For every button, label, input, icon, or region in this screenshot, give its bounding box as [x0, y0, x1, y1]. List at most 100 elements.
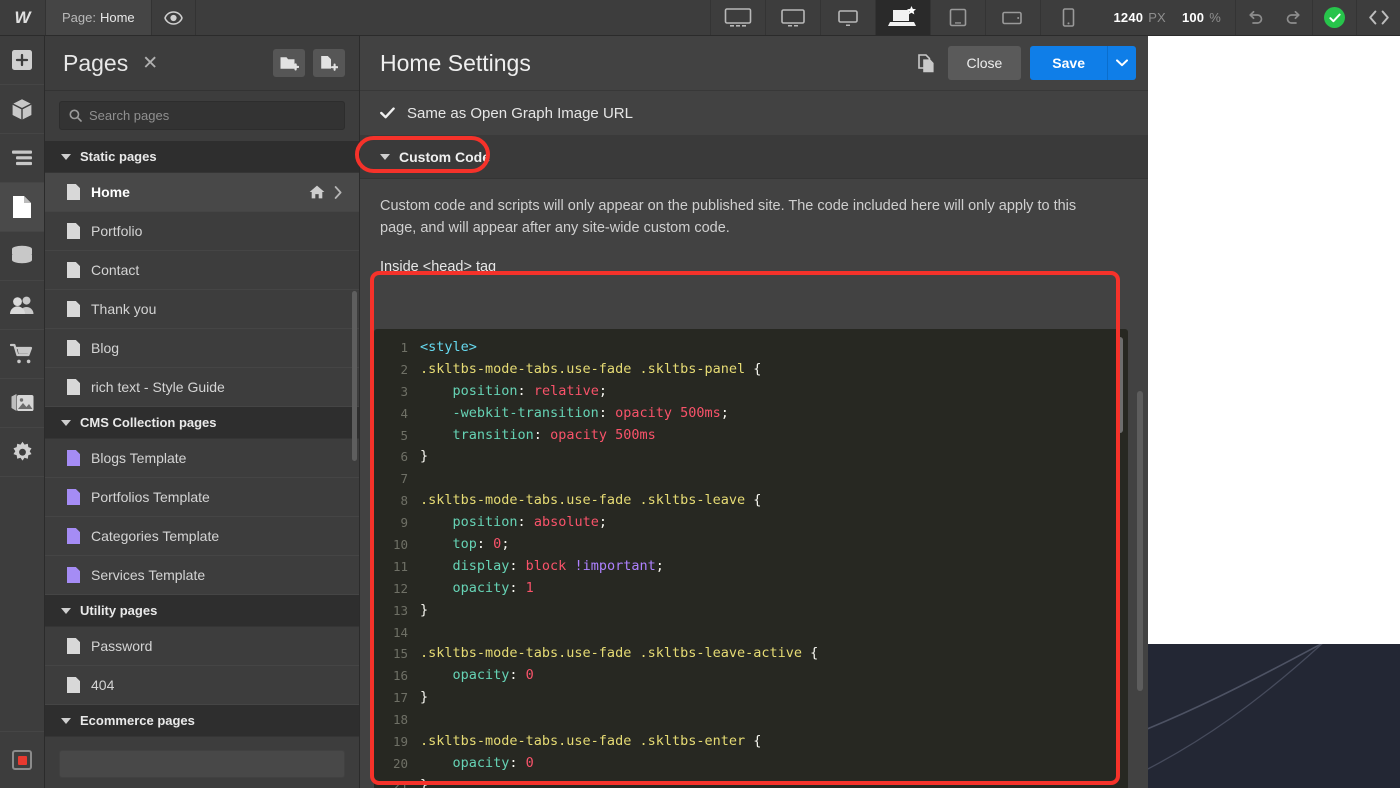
undo-button[interactable]	[1236, 0, 1274, 35]
code-line[interactable]: 17}	[374, 687, 1128, 709]
code-line[interactable]: 5 transition: opacity 500ms	[374, 425, 1128, 447]
line-number: 2	[400, 361, 408, 377]
page-item-portfolios-template[interactable]: Portfolios Template	[45, 478, 359, 517]
pages-group-static[interactable]: Static pages	[45, 141, 359, 173]
code-line[interactable]: 3 position: relative;	[374, 381, 1128, 403]
webflow-logo-icon[interactable]: W	[0, 0, 45, 35]
code-line[interactable]: 2 .skltbs-mode-tabs.use-fade .skltbs-pane…	[374, 359, 1128, 381]
code-line[interactable]: 16 opacity: 0	[374, 665, 1128, 687]
code-token: }	[420, 689, 429, 706]
settings-panel-scrollbar[interactable]	[1137, 391, 1143, 691]
sidebar-item-pages[interactable]	[0, 183, 44, 232]
custom-code-description: Custom code and scripts will only appear…	[380, 198, 1077, 237]
code-line[interactable]: 19 .skltbs-mode-tabs.use-fade .skltbs-ent…	[374, 731, 1128, 753]
pages-list[interactable]: Static pages Home Portfolio Contact Than…	[45, 141, 359, 740]
code-line[interactable]: 12 opacity: 1	[374, 578, 1128, 600]
close-icon[interactable]: ✕	[142, 54, 158, 73]
home-icon[interactable]	[309, 185, 325, 199]
line-number: 3	[400, 383, 408, 399]
code-line[interactable]: 6}	[374, 446, 1128, 468]
breakpoint-desktop-md[interactable]	[820, 0, 876, 35]
cube-icon	[12, 98, 32, 120]
publish-status-button[interactable]	[1312, 0, 1356, 35]
canvas-dark-section	[1148, 644, 1400, 788]
code-line[interactable]: 4 -webkit-transition: opacity 500ms;	[374, 403, 1128, 425]
head-code-editor[interactable]: 1 <style> 2 .skltbs-mode-tabs.use-fade .skl…	[374, 329, 1128, 788]
line-number: 10	[392, 537, 408, 553]
page-item-services-template[interactable]: Services Template	[45, 556, 359, 595]
pages-panel-scrollbar[interactable]	[352, 291, 357, 461]
code-line-text: -webkit-transition: opacity 500ms;	[420, 403, 1128, 425]
monitor-wide-icon	[725, 8, 752, 27]
breakpoint-desktop-xl[interactable]	[710, 0, 766, 35]
page-item-thank-you[interactable]: Thank you	[45, 290, 359, 329]
sidebar-item-cms[interactable]	[0, 232, 44, 281]
code-line[interactable]: 1 <style>	[374, 337, 1128, 359]
breakpoint-mobile-landscape[interactable]	[985, 0, 1041, 35]
code-line[interactable]: 13}	[374, 600, 1128, 622]
duplicate-settings-button[interactable]	[910, 48, 944, 78]
page-item-portfolio[interactable]: Portfolio	[45, 212, 359, 251]
breakpoint-tablet[interactable]	[930, 0, 986, 35]
sidebar-item-assets[interactable]	[0, 379, 44, 428]
canvas-size-readout[interactable]: 1240 PX 100 %	[1095, 0, 1235, 35]
og-same-checkbox-row[interactable]: Same as Open Graph Image URL	[360, 91, 1148, 136]
code-line-text: .skltbs-mode-tabs.use-fade .skltbs-panel…	[420, 359, 1128, 381]
sidebar-item-components[interactable]	[0, 85, 44, 134]
mobile-landscape-icon	[1002, 11, 1023, 25]
code-editor-scrollbar[interactable]	[1117, 337, 1123, 433]
sidebar-item-users[interactable]	[0, 281, 44, 330]
save-dropdown-button[interactable]	[1107, 46, 1136, 80]
sidebar-item-navigator[interactable]	[0, 134, 44, 183]
code-line[interactable]: 8 .skltbs-mode-tabs.use-fade .skltbs-leav…	[374, 490, 1128, 512]
close-button[interactable]: Close	[947, 46, 1022, 80]
sidebar-item-settings[interactable]	[0, 428, 44, 477]
code-line-text: position: absolute;	[420, 512, 1128, 534]
pages-group-cms[interactable]: CMS Collection pages	[45, 407, 359, 439]
design-canvas[interactable]	[1148, 36, 1400, 788]
code-line[interactable]: 20 opacity: 0	[374, 753, 1128, 775]
code-token: opacity	[420, 667, 510, 684]
page-item-password[interactable]: Password	[45, 627, 359, 666]
search-input[interactable]	[89, 108, 335, 123]
redo-button[interactable]	[1274, 0, 1312, 35]
page-item-blog[interactable]: Blog	[45, 329, 359, 368]
breakpoint-mobile-portrait[interactable]	[1040, 0, 1096, 35]
code-line[interactable]: 15 .skltbs-mode-tabs.use-fade .skltbs-lea…	[374, 643, 1128, 665]
custom-code-section-header[interactable]: Custom Code	[360, 136, 1148, 179]
page-item-404[interactable]: 404	[45, 666, 359, 705]
save-button[interactable]: Save	[1030, 46, 1107, 80]
new-page-button[interactable]	[313, 49, 345, 77]
chevron-right-icon[interactable]	[334, 185, 343, 199]
page-item-style-guide[interactable]: rich text - Style Guide	[45, 368, 359, 407]
sidebar-item-add-elements[interactable]	[0, 36, 44, 85]
page-item-contact[interactable]: Contact	[45, 251, 359, 290]
code-token: opacity	[420, 579, 510, 596]
code-line[interactable]: 9 position: absolute;	[374, 512, 1128, 534]
code-token: ;	[598, 382, 607, 399]
monitor-icon	[781, 9, 806, 27]
new-folder-button[interactable]	[273, 49, 305, 77]
code-line[interactable]: 18	[374, 709, 1128, 731]
page-item-home[interactable]: Home	[45, 173, 359, 212]
search-field[interactable]	[59, 101, 345, 130]
breakpoint-desktop-lg[interactable]	[765, 0, 821, 35]
code-line[interactable]: 11 display: block !important;	[374, 556, 1128, 578]
code-lines-container[interactable]: 1 <style> 2 .skltbs-mode-tabs.use-fade .skl…	[374, 329, 1128, 788]
zoom-unit: %	[1209, 10, 1221, 25]
page-item-categories-template[interactable]: Categories Template	[45, 517, 359, 556]
pages-group-utility[interactable]: Utility pages	[45, 595, 359, 627]
code-line[interactable]: 10 top: 0;	[374, 534, 1128, 556]
code-line[interactable]: 14	[374, 622, 1128, 644]
page-item-blogs-template[interactable]: Blogs Template	[45, 439, 359, 478]
checkbox-checked-icon[interactable]	[380, 106, 395, 121]
preview-toggle-button[interactable]	[152, 0, 196, 35]
record-button[interactable]	[0, 732, 44, 788]
current-page-indicator[interactable]: Page: Home	[45, 0, 152, 35]
pages-group-ecommerce[interactable]: Ecommerce pages	[45, 705, 359, 737]
code-export-button[interactable]	[1356, 0, 1400, 35]
breakpoint-desktop-base[interactable]	[875, 0, 931, 35]
code-line[interactable]: 7	[374, 468, 1128, 490]
sidebar-item-ecommerce[interactable]	[0, 330, 44, 379]
code-line[interactable]: 21}	[374, 775, 1128, 788]
